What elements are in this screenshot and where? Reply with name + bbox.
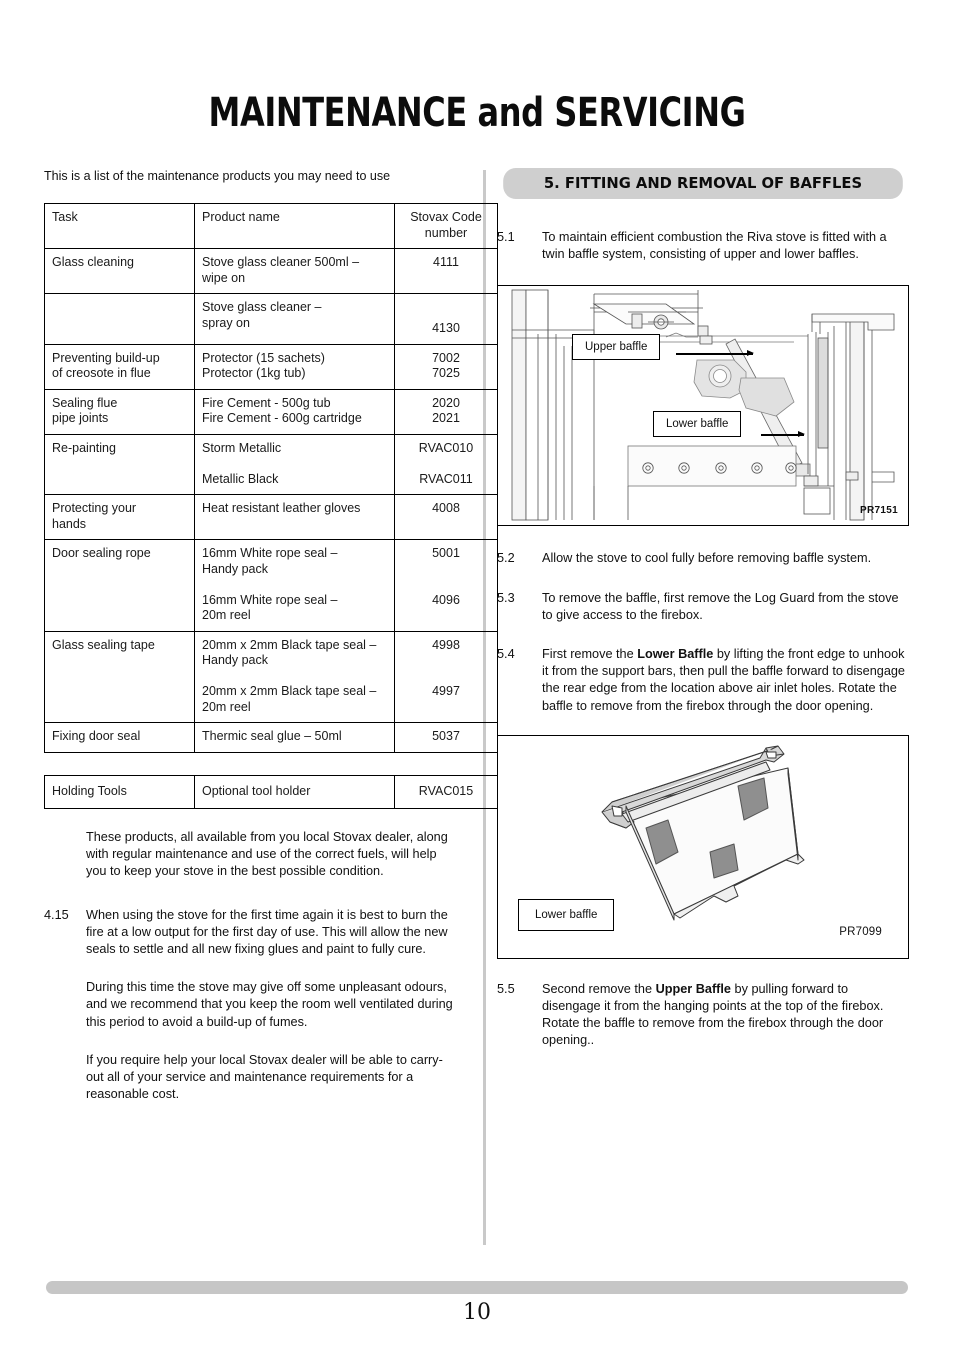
cell-product: Storm Metallic Metallic Black [194,433,395,495]
table-row: Sealing flue pipe joints Fire Cement - 5… [44,388,498,435]
item-number: 5.2 [497,551,515,566]
callout-lower-baffle-2: Lower baffle [518,898,615,931]
item-paragraph-3: If you require help your local Stovax de… [86,1052,443,1102]
leader-line-lower [761,430,805,439]
table-row: Glass sealing tape 20mm x 2mm Black tape… [44,630,498,723]
cell-task: Sealing flue pipe joints [44,388,195,435]
footer-bar [46,1281,908,1294]
cell-product: Heat resistant leather gloves [194,494,395,540]
table-row: Holding Tools Optional tool holder RVAC0… [44,774,498,809]
cell-code: RVAC010 RVAC011 [394,433,498,495]
item-text-bold: Lower Baffle [637,647,714,662]
cell-product: 16mm White rope seal – Handy pack 16mm W… [194,539,395,632]
cell-product: Optional tool holder [194,774,395,809]
cell-task: Holding Tools [44,774,195,809]
figure-part-code: PR7151 [860,505,898,517]
right-column: 5. FITTING AND REMOVAL OF BAFFLES 5.1 To… [497,168,909,1050]
cell-task: Glass cleaning [44,248,195,294]
page-number: 10 [463,1300,491,1325]
cell-code: 7002 7025 [394,343,498,390]
section-heading: 5. FITTING AND REMOVAL OF BAFFLES [503,168,903,199]
header-product-name: Product name [194,203,395,249]
page-title: MAINTENANCE and SERVICING [208,90,746,136]
cell-code: RVAC015 [394,774,498,809]
cell-product: 20mm x 2mm Black tape seal – Handy pack … [194,630,395,723]
figure-part-code: PR7099 [839,925,882,938]
item-paragraph-2: During this time the stove may give off … [86,980,453,1029]
figure-lower-baffle: Lower baffle PR7099 [497,734,909,959]
cell-task: Fixing door seal [44,722,195,753]
cell-product: Thermic seal glue – 50ml [194,722,395,753]
cell-product: Stove glass cleaner 500ml – wipe on [194,248,395,294]
document-page: MAINTENANCE and SERVICING This is a list… [0,0,954,1350]
table-row: Glass cleaning Stove glass cleaner 500ml… [44,248,498,294]
stove-section-drawing [511,290,895,521]
callout-lower-baffle: Lower baffle [653,411,742,438]
table-row: Fixing door seal Thermic seal glue – 50m… [44,722,498,753]
table-row: Stove glass cleaner – spray on 4130 [44,293,498,345]
item-number: 5.3 [497,590,515,605]
cell-code: 5037 [394,722,498,753]
item-5-4: 5.4 First remove the Lower Baffle by lif… [497,646,909,715]
item-text: To maintain efficient combustion the Riv… [542,230,887,262]
cell-product: Fire Cement - 500g tub Fire Cement - 600… [194,388,395,435]
left-column: This is a list of the maintenance produc… [44,168,498,1104]
cell-task: Re-painting [44,433,195,495]
table-row: Protecting your hands Heat resistant lea… [44,494,498,540]
leader-line-upper [676,349,754,358]
cell-task: Door sealing rope [44,539,195,632]
item-paragraph-1: When using the stove for the first time … [86,907,448,957]
cell-task: Preventing build-up of creosote in flue [44,343,195,390]
intro-text: This is a list of the maintenance produc… [44,169,391,183]
item-4-15: 4.15 When using the stove for the first … [44,907,456,1104]
item-5-3: 5.3 To remove the baffle, first remove t… [497,590,909,624]
header-stovax-code: Stovax Code number [394,203,498,249]
item-number: 5.5 [497,981,515,996]
item-number: 5.4 [497,647,515,662]
item-5-2: 5.2 Allow the stove to cool fully before… [497,550,909,567]
callout-upper-baffle: Upper baffle [572,334,661,361]
item-text: To remove the baffle, first remove the L… [542,590,899,622]
maintenance-products-table: Task Product name Stovax Code number Gla… [44,203,498,753]
cell-task [44,293,195,345]
cell-code: 2020 2021 [394,388,498,435]
item-5-5: 5.5 Second remove the Upper Baffle by pu… [497,981,909,1050]
item-text: Allow the stove to cool fully before rem… [542,551,872,566]
cell-product: Protector (15 sachets) Protector (1kg tu… [194,343,395,390]
item-number: 5.1 [497,230,515,244]
header-task: Task [44,203,195,249]
item-5-1: 5.1 To maintain efficient combustion the… [497,229,909,263]
figure-stove-section: Upper baffle Lower baffle PR7151 [497,285,909,527]
holding-tools-table: Holding Tools Optional tool holder RVAC0… [44,774,498,810]
cell-code: 4111 [394,248,498,294]
cell-code: 5001 4096 [394,539,498,632]
cell-task: Glass sealing tape [44,630,195,723]
table-row: Door sealing rope 16mm White rope seal –… [44,539,498,632]
note-paragraph: These products, all available from you l… [86,830,448,879]
item-text-prefix: Second remove the [542,981,656,996]
table-header-row: Task Product name Stovax Code number [44,203,498,249]
table-row: Preventing build-up of creosote in flue … [44,343,498,390]
cell-code: 4998 4997 [394,630,498,723]
cell-code: 4008 [394,494,498,540]
cell-product: Stove glass cleaner – spray on [194,293,395,345]
cell-code: 4130 [394,293,498,345]
cell-task: Protecting your hands [44,494,195,540]
item-text-bold: Upper Baffle [655,981,731,996]
item-number: 4.15 [44,907,69,922]
item-text-prefix: First remove the [542,647,638,662]
table-row: Re-painting Storm Metallic Metallic Blac… [44,433,498,495]
